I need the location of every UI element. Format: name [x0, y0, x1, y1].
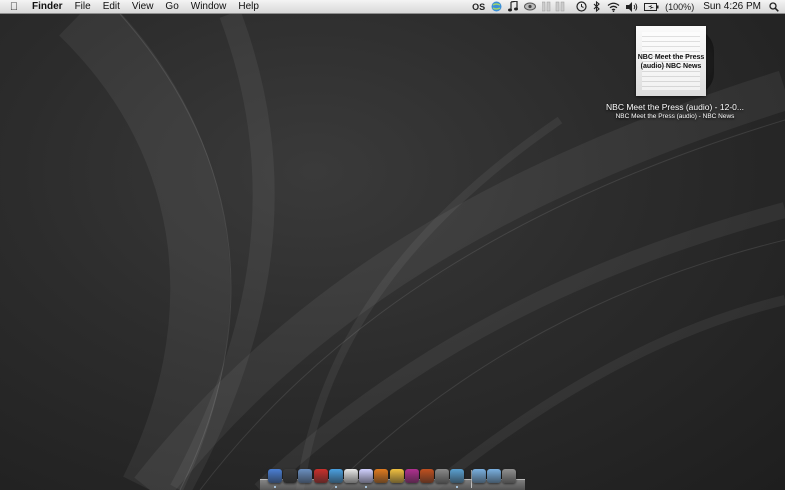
mail-stamp-icon[interactable]	[298, 469, 313, 483]
artwork-page: NBC Meet the Press (audio) NBC News	[636, 26, 706, 96]
safari-icon[interactable]	[328, 469, 343, 483]
spotlight-icon[interactable]	[767, 0, 785, 14]
battery-percentage: (100%)	[665, 1, 695, 12]
menu-file[interactable]: File	[69, 0, 97, 14]
file-subtitle: NBC Meet the Press (audio) - NBC News	[615, 113, 735, 120]
finder-icon[interactable]	[268, 469, 282, 483]
bluetooth-icon[interactable]	[590, 0, 604, 14]
firefox-icon[interactable]	[374, 469, 389, 483]
applications-folder-icon[interactable]	[471, 469, 486, 483]
dock	[260, 466, 525, 490]
documents-folder-icon[interactable]	[486, 469, 501, 483]
battery-icon[interactable]	[641, 0, 662, 14]
status-area: OS (100%) Sun 4:26 PM	[469, 0, 785, 14]
running-indicator	[334, 486, 337, 488]
menubar-clock[interactable]: Sun 4:26 PM	[697, 1, 767, 12]
menu-finder[interactable]: Finder	[28, 0, 69, 14]
time-machine-icon[interactable]	[573, 0, 590, 14]
volume-icon[interactable]	[623, 0, 641, 14]
podcast-artwork: NBC Meet the Press (audio) NBC News	[634, 26, 716, 98]
trash-icon[interactable]	[502, 469, 516, 483]
cpu-meter-icon[interactable]	[539, 0, 573, 14]
menu-go[interactable]: Go	[159, 0, 184, 14]
globe-icon[interactable]	[488, 0, 505, 14]
gmail-icon[interactable]	[313, 469, 328, 483]
menu-help[interactable]: Help	[232, 0, 265, 14]
menu-window[interactable]: Window	[185, 0, 233, 14]
textmate-icon[interactable]	[404, 469, 419, 483]
menu-edit[interactable]: Edit	[97, 0, 126, 14]
music-note-icon[interactable]	[505, 0, 521, 14]
itunes-icon[interactable]	[359, 469, 374, 483]
network-globe-icon[interactable]	[450, 469, 465, 483]
dashboard-icon[interactable]	[283, 469, 298, 483]
file-title: NBC Meet the Press (audio) - 12-0...	[606, 102, 744, 112]
notes-icon[interactable]	[389, 469, 404, 483]
artwork-text: NBC Meet the Press (audio) NBC News	[637, 54, 705, 70]
wifi-icon[interactable]	[604, 0, 623, 14]
ical-icon[interactable]	[344, 469, 358, 483]
desktop-file-icon[interactable]: NBC Meet the Press (audio) NBC News NBC …	[595, 26, 755, 120]
running-indicator	[274, 486, 276, 488]
apple-logo-icon[interactable]: 	[0, 1, 28, 13]
menu-view[interactable]: View	[126, 0, 160, 14]
os-icon[interactable]: OS	[469, 0, 488, 14]
eye-icon[interactable]	[521, 0, 539, 14]
menu-bar:  Finder File Edit View Go Window Help O…	[0, 0, 785, 14]
system-preferences-icon[interactable]	[435, 469, 450, 483]
photo-booth-icon[interactable]	[420, 469, 434, 483]
